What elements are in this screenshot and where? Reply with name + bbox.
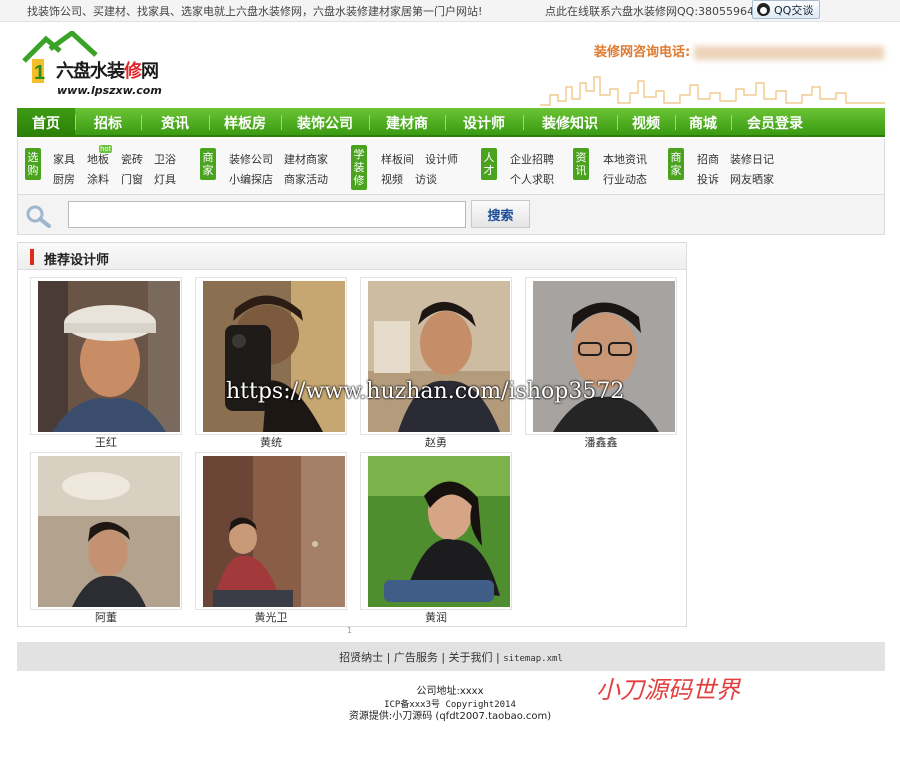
svg-text:1: 1 [34, 62, 45, 84]
nav-bidding[interactable]: 招标 [75, 108, 141, 137]
subnav-group-tag-merchants: 商家 [200, 148, 216, 180]
subnav-link-designer[interactable]: 设计师 [425, 151, 458, 167]
qq-chat-label: QQ交谈 [774, 3, 814, 17]
nav-home[interactable]: 首页 [17, 108, 75, 137]
subnav-group-tag-news: 资讯 [573, 148, 589, 180]
designer-name: 赵勇 [425, 436, 447, 449]
subnav-link-flooring[interactable]: 地板 [87, 151, 109, 167]
footer-address: 公司地址:xxxx [416, 686, 484, 697]
panel-title-marker [30, 249, 34, 265]
watermark-url: https://www.huzhan.com/ishop3572 [226, 379, 625, 404]
nav-showrooms[interactable]: 样板房 [209, 108, 281, 137]
nav-material-suppliers[interactable]: 建材商 [369, 108, 445, 137]
footer-links: 招贤纳士 | 广告服务 | 关于我们 | sitemap.xml [17, 642, 885, 671]
subnav-group-tag-learn: 学装修 [351, 145, 367, 190]
footer-source: 资源提供:小刀源码 (qfdt2007.taobao.com) [348, 711, 552, 722]
designer-photo [38, 456, 180, 607]
subnav-link-sample-rooms[interactable]: 样板间 [381, 151, 414, 167]
designer-photo [203, 281, 345, 432]
subnav-group-tag-talent: 人才 [481, 148, 497, 180]
designer-photo [533, 281, 675, 432]
subnav-group-tag-merchants-2: 商家 [668, 148, 684, 180]
subnav-link-furniture[interactable]: 家具 [53, 151, 75, 167]
subnav-link-store-visits[interactable]: 小编探店 [229, 171, 273, 187]
subnav-link-kitchen[interactable]: 厨房 [53, 171, 75, 187]
footer-link-careers[interactable]: 招贤纳士 [339, 651, 383, 664]
hotline-label: 装修网咨询电话: [594, 45, 691, 60]
designer-photo [368, 456, 510, 607]
panel-title: 推荐设计师 [44, 253, 110, 268]
recommended-designers-panel: 推荐设计师 王红 黄统 赵勇 潘鑫鑫 阿董 黄光卫 黄润 [17, 242, 687, 627]
subnav-link-decoration-company[interactable]: 装修公司 [229, 151, 273, 167]
subnav-link-paint[interactable]: 涂料 [87, 171, 109, 187]
subnav-link-video[interactable]: 视频 [381, 171, 403, 187]
hotline-number-blurred [694, 45, 885, 60]
panel-header: 推荐设计师 [18, 243, 686, 270]
designer-name: 阿董 [95, 611, 117, 624]
sub-nav: 选购 家具 地板 hot 瓷砖 卫浴 厨房 涂料 门窗 灯具 商家 装修公司 建… [17, 139, 885, 195]
qq-chat-button[interactable]: QQ交谈 [752, 0, 820, 19]
designer-card[interactable]: 王红 [30, 277, 182, 449]
designer-card[interactable]: 黄光卫 [195, 452, 347, 624]
nav-video[interactable]: 视频 [617, 108, 675, 137]
footer-link-sitemap[interactable]: sitemap.xml [503, 654, 563, 664]
footer-link-advertising[interactable]: 广告服务 [394, 651, 438, 664]
designer-name: 黄润 [425, 611, 447, 624]
search-button[interactable]: 搜索 [471, 200, 530, 228]
logo-text: 六盘水装修网 [56, 61, 159, 82]
city-skyline-graphic [540, 76, 885, 106]
footer-icp: ICP备xxx3号 Copyright2014 [384, 700, 516, 710]
hot-badge: hot [99, 145, 113, 153]
designer-card[interactable]: 阿董 [30, 452, 182, 624]
subnav-link-tiles[interactable]: 瓷砖 [121, 151, 143, 167]
designer-name: 黄光卫 [254, 611, 288, 624]
subnav-link-doors-windows[interactable]: 门窗 [121, 171, 143, 187]
designer-card[interactable]: 黄统 [195, 277, 347, 449]
subnav-link-diary[interactable]: 装修日记 [730, 151, 774, 167]
search-icon [26, 205, 51, 228]
subnav-link-merchant-events[interactable]: 商家活动 [284, 171, 328, 187]
nav-mall[interactable]: 商城 [675, 108, 731, 137]
designer-photo [38, 281, 180, 432]
footer-link-about[interactable]: 关于我们 [449, 651, 493, 664]
pagination[interactable]: 1 [347, 626, 352, 635]
qq-penguin-icon [757, 3, 770, 16]
designer-card[interactable]: 黄润 [360, 452, 512, 624]
designer-card[interactable]: 赵勇 [360, 277, 512, 449]
subnav-link-local-news[interactable]: 本地资讯 [603, 151, 647, 167]
site-header: 1 六盘水装修网 www.lpszxw.com 装修网咨询电话: [0, 23, 900, 108]
designer-name: 王红 [95, 436, 117, 449]
subnav-link-investment[interactable]: 招商 [697, 151, 719, 167]
subnav-link-material-merchants[interactable]: 建材商家 [284, 151, 328, 167]
designer-photo [368, 281, 510, 432]
nav-designers[interactable]: 设计师 [445, 108, 523, 137]
subnav-group-tag-shopping: 选购 [25, 148, 41, 180]
designer-name: 潘鑫鑫 [584, 436, 618, 449]
subnav-link-job-seeking[interactable]: 个人求职 [510, 171, 554, 187]
subnav-link-user-homes[interactable]: 网友晒家 [730, 171, 774, 187]
logo-url: www.lpszxw.com [57, 84, 162, 97]
designer-name: 黄统 [260, 436, 282, 449]
subnav-link-lighting[interactable]: 灯具 [154, 171, 176, 187]
search-bar: 搜索 [17, 195, 885, 235]
subnav-link-job-postings[interactable]: 企业招聘 [510, 151, 554, 167]
designer-card[interactable]: 潘鑫鑫 [525, 277, 677, 449]
nav-decoration-knowledge[interactable]: 装修知识 [523, 108, 617, 137]
search-input[interactable] [68, 201, 466, 228]
hotline: 装修网咨询电话: [594, 41, 885, 60]
site-logo[interactable]: 1 六盘水装修网 www.lpszxw.com [20, 31, 180, 101]
watermark-brand: 小刀源码世界 [596, 676, 740, 704]
designer-photo [203, 456, 345, 607]
nav-member-login[interactable]: 会员登录 [731, 108, 819, 137]
nav-news[interactable]: 资讯 [141, 108, 209, 137]
top-bar: 找装饰公司、买建材、找家具、选家电就上六盘水装修网，六盘水装修建材家居第一门户网… [0, 0, 900, 22]
subnav-link-industry-news[interactable]: 行业动态 [603, 171, 647, 187]
qq-contact-text[interactable]: 点此在线联系六盘水装修网QQ:380559645 [545, 3, 761, 19]
subnav-link-bathroom[interactable]: 卫浴 [154, 151, 176, 167]
nav-decoration-companies[interactable]: 装饰公司 [281, 108, 369, 137]
subnav-link-complaints[interactable]: 投诉 [697, 171, 719, 187]
subnav-link-interviews[interactable]: 访谈 [415, 171, 437, 187]
site-slogan: 找装饰公司、买建材、找家具、选家电就上六盘水装修网，六盘水装修建材家居第一门户网… [27, 5, 483, 18]
main-nav: 首页 招标 资讯 样板房 装饰公司 建材商 设计师 装修知识 视频 商城 会员登… [17, 108, 885, 137]
